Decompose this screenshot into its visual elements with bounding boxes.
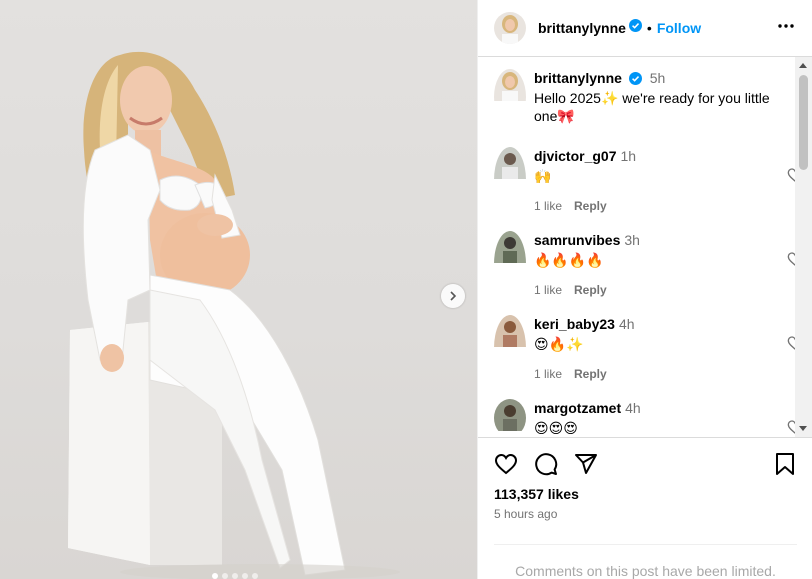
- scrollbar-thumb[interactable]: [799, 75, 808, 170]
- separator: •: [646, 20, 652, 36]
- avatar-image: [494, 231, 526, 263]
- reply-button[interactable]: Reply: [574, 367, 607, 381]
- avatar-image: [494, 147, 526, 179]
- comment-text: 🔥🔥🔥🔥: [534, 252, 604, 268]
- comment-item: samrunvibes 3h 🔥🔥🔥🔥 1 like Reply: [494, 231, 794, 297]
- post-timestamp[interactable]: 5 hours ago: [494, 507, 557, 521]
- comments-list[interactable]: brittanylynne 5h Hello 2025✨ we're ready…: [478, 57, 812, 437]
- comment-time[interactable]: 4h: [625, 400, 641, 416]
- carousel-dot: [252, 573, 258, 579]
- carousel-dot: [222, 573, 228, 579]
- comment-username[interactable]: margotzamet: [534, 400, 621, 416]
- caption-time[interactable]: 5h: [650, 70, 666, 86]
- more-options-icon: [778, 24, 794, 28]
- like-button[interactable]: [494, 452, 518, 481]
- scroll-up-arrow-icon[interactable]: [799, 63, 807, 68]
- comment-bubble-icon: [535, 453, 558, 476]
- post-header: brittanylynne • Follow: [478, 0, 812, 57]
- comment-time[interactable]: 1h: [620, 148, 636, 164]
- comments-limited-notice: Comments on this post have been limited.: [494, 544, 797, 579]
- author-username[interactable]: brittanylynne: [538, 20, 626, 36]
- next-photo-button[interactable]: [441, 284, 465, 308]
- comment-username[interactable]: samrunvibes: [534, 232, 620, 248]
- follow-button[interactable]: Follow: [657, 20, 701, 36]
- reply-button[interactable]: Reply: [574, 199, 607, 213]
- save-button[interactable]: [774, 452, 796, 481]
- carousel-dot: [242, 573, 248, 579]
- commenter-avatar[interactable]: [494, 315, 526, 381]
- comment-text: 😍😍😍: [534, 420, 578, 436]
- commenter-avatar[interactable]: [494, 147, 526, 213]
- share-button[interactable]: [574, 452, 598, 481]
- avatar-image: [494, 315, 526, 347]
- verified-badge-icon: [628, 71, 642, 89]
- comment-item: keri_baby23 4h 😍🔥✨ 1 like Reply: [494, 315, 794, 381]
- scroll-down-arrow-icon[interactable]: [799, 426, 807, 431]
- comment-button[interactable]: [534, 452, 558, 481]
- avatar-image: [494, 12, 526, 44]
- heart-icon: [494, 453, 518, 475]
- avatar-image: [494, 399, 526, 431]
- author-avatar[interactable]: [494, 12, 526, 44]
- post-photo[interactable]: [0, 0, 477, 579]
- comment-time[interactable]: 3h: [624, 232, 640, 248]
- comments-scrollbar[interactable]: [795, 57, 812, 437]
- post-side-panel: brittanylynne • Follow brittanylynne 5h …: [477, 0, 812, 579]
- caption-username[interactable]: brittanylynne: [534, 70, 622, 86]
- verified-badge-icon: [628, 19, 642, 37]
- more-options-button[interactable]: [777, 17, 795, 40]
- avatar-image: [494, 69, 526, 101]
- comment-text: 😍🔥✨: [534, 336, 584, 352]
- maternity-photo-image: [68, 51, 400, 579]
- commenter-avatar[interactable]: [494, 231, 526, 297]
- comment-likes[interactable]: 1 like: [534, 367, 562, 381]
- post-caption: brittanylynne 5h Hello 2025✨ we're ready…: [494, 69, 794, 125]
- comment-username[interactable]: keri_baby23: [534, 316, 615, 332]
- comment-likes[interactable]: 1 like: [534, 283, 562, 297]
- author-avatar[interactable]: [494, 69, 526, 125]
- likes-count[interactable]: 113,357 likes: [494, 486, 579, 502]
- caption-text: Hello 2025✨ we're ready for you little o…: [534, 90, 770, 124]
- comment-time[interactable]: 4h: [619, 316, 635, 332]
- commenter-avatar[interactable]: [494, 399, 526, 437]
- post-actions: 113,357 likes 5 hours ago Comments on th…: [478, 437, 812, 579]
- comment-text: 🙌: [534, 168, 552, 184]
- paper-plane-icon: [575, 454, 597, 474]
- comment-item: djvictor_g07 1h 🙌 1 like Reply: [494, 147, 794, 213]
- comment-likes[interactable]: 1 like: [534, 199, 562, 213]
- carousel-dot: [232, 573, 238, 579]
- comment-item: margotzamet 4h 😍😍😍: [494, 399, 794, 437]
- bookmark-icon: [776, 453, 794, 475]
- carousel-indicator: [212, 573, 258, 579]
- chevron-right-icon: [450, 291, 457, 301]
- reply-button[interactable]: Reply: [574, 283, 607, 297]
- carousel-dot: [212, 573, 218, 579]
- comment-username[interactable]: djvictor_g07: [534, 148, 616, 164]
